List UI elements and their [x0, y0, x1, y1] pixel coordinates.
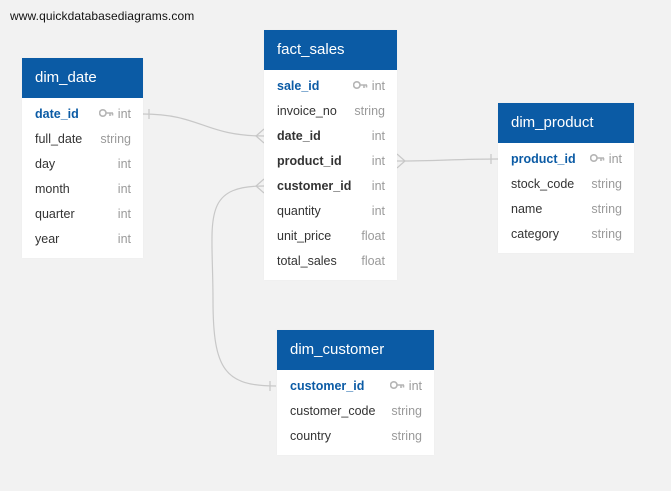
table-row[interactable]: stock_code string [498, 172, 634, 197]
column-name: month [35, 182, 70, 196]
column-type: string [391, 404, 422, 418]
table-row[interactable]: customer_code string [277, 399, 434, 424]
table-row[interactable]: unit_price float [264, 224, 397, 249]
table-row[interactable]: quarter int [22, 202, 143, 227]
table-row[interactable]: customer_id int [264, 174, 397, 199]
column-name: product_id [277, 154, 342, 168]
table-row[interactable]: year int [22, 227, 143, 252]
table-row[interactable]: date_id int [22, 102, 143, 127]
column-type: string [591, 227, 622, 241]
column-name: customer_code [290, 404, 376, 418]
link-product [396, 158, 499, 162]
table-header: fact_sales [264, 30, 397, 70]
column-type: float [361, 229, 385, 243]
table-header: dim_date [22, 58, 143, 98]
table-dim-product[interactable]: dim_product product_id int stock_code stri… [498, 103, 634, 253]
column-type: string [391, 429, 422, 443]
table-row[interactable]: total_sales float [264, 249, 397, 274]
table-row[interactable]: customer_id int [277, 374, 434, 399]
key-icon [352, 73, 368, 98]
column-name: total_sales [277, 254, 337, 268]
column-name: date_id [35, 107, 79, 121]
column-name: quantity [277, 204, 321, 218]
column-name: quarter [35, 207, 75, 221]
column-name: day [35, 157, 56, 171]
column-type: string [591, 202, 622, 216]
table-row[interactable]: date_id int [264, 124, 397, 149]
column-type-text: int [408, 379, 422, 393]
column-name: customer_id [277, 179, 352, 193]
table-row[interactable]: invoice_no string [264, 99, 397, 124]
column-type-text: int [371, 79, 385, 93]
column-name: product_id [511, 152, 576, 166]
table-row[interactable]: full_date string [22, 127, 143, 152]
table-dim-date[interactable]: dim_date date_id int full_date string day i… [22, 58, 143, 258]
table-row[interactable]: month int [22, 177, 143, 202]
column-type: int [371, 204, 385, 218]
column-type: int [389, 373, 422, 399]
column-type: int [117, 207, 131, 221]
table-row[interactable]: country string [277, 424, 434, 449]
column-type: int [117, 182, 131, 196]
table-row[interactable]: sale_id int [264, 74, 397, 99]
table-row[interactable]: category string [498, 222, 634, 247]
column-name: customer_id [290, 379, 365, 393]
table-row[interactable]: day int [22, 152, 143, 177]
column-name: invoice_no [277, 104, 337, 118]
column-type-text: int [608, 152, 622, 166]
column-name: category [511, 227, 559, 241]
column-name: unit_price [277, 229, 332, 243]
table-row[interactable]: name string [498, 197, 634, 222]
column-type: int [371, 179, 385, 193]
key-icon [98, 101, 114, 126]
column-type: string [354, 104, 385, 118]
column-type: int [589, 146, 622, 172]
table-row[interactable]: quantity int [264, 199, 397, 224]
column-type-text: int [117, 107, 131, 121]
table-header: dim_product [498, 103, 634, 143]
column-name: full_date [35, 132, 83, 146]
column-name: stock_code [511, 177, 575, 191]
column-type: int [117, 157, 131, 171]
column-name: year [35, 232, 60, 246]
column-type: int [371, 129, 385, 143]
column-name: sale_id [277, 79, 320, 93]
table-row[interactable]: product_id int [264, 149, 397, 174]
link-date [142, 113, 265, 137]
key-icon [589, 146, 605, 171]
key-icon [389, 373, 405, 398]
table-fact-sales[interactable]: fact_sales sale_id int invoice_no string d… [264, 30, 397, 280]
column-name: date_id [277, 129, 321, 143]
column-type: int [371, 154, 385, 168]
column-type: int [98, 101, 131, 127]
column-type: int [352, 73, 385, 99]
table-dim-customer[interactable]: dim_customer customer_id int customer_cod… [277, 330, 434, 455]
column-name: country [290, 429, 331, 443]
column-name: name [511, 202, 543, 216]
column-type: string [100, 132, 131, 146]
column-type: float [361, 254, 385, 268]
column-type: int [117, 232, 131, 246]
table-row[interactable]: product_id int [498, 147, 634, 172]
table-header: dim_customer [277, 330, 434, 370]
column-type: string [591, 177, 622, 191]
